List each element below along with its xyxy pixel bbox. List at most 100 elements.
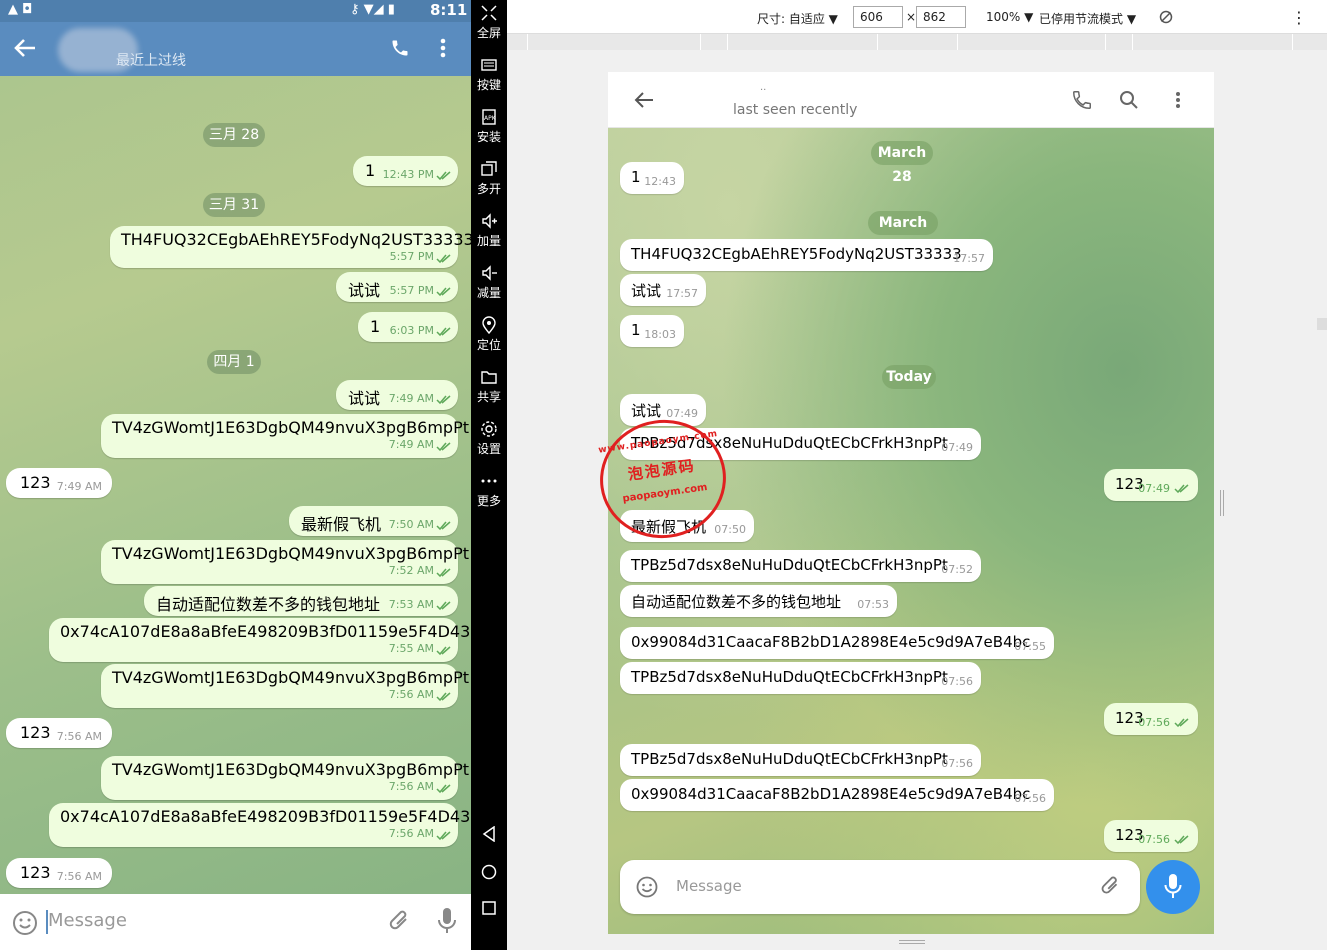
- message-input[interactable]: Message: [48, 910, 127, 931]
- sidebar-label: 全屏: [476, 26, 501, 40]
- double-check-icon: [436, 442, 451, 452]
- message-input-bar: Message: [0, 894, 471, 950]
- device-size-select[interactable]: 尺寸: 自适应 ▼: [757, 10, 838, 27]
- outgoing-message[interactable]: 最新假飞机 7:50 AM: [289, 506, 458, 536]
- emoji-icon[interactable]: [636, 876, 658, 898]
- keys-button[interactable]: 按键: [471, 56, 507, 93]
- attach-icon[interactable]: [388, 908, 412, 934]
- throttle-select[interactable]: 已停用节流模式 ▼: [1039, 10, 1136, 27]
- incoming-message[interactable]: 123 7:49 AM: [6, 468, 112, 498]
- incoming-message[interactable]: 自动适配位数差不多的钱包地址 07:53: [620, 585, 897, 617]
- back-arrow-icon[interactable]: [14, 38, 36, 58]
- status-time: 8:11: [430, 1, 468, 19]
- message-text: TH4FUQ32CEgbAEhREY5FodyNq2UST33333: [631, 245, 962, 263]
- message-time: 07:50: [714, 523, 746, 536]
- message-time: 5:57 PM: [389, 284, 434, 297]
- side-panel-toggle[interactable]: [1317, 318, 1327, 330]
- outgoing-message[interactable]: 1 12:43 PM: [353, 156, 458, 186]
- outgoing-message[interactable]: TV4zGWomtJ1E63DgbQM49nvuX3pgB6mpPt 7:56 A…: [101, 664, 469, 708]
- sidebar-label: 设置: [476, 442, 501, 456]
- resize-handle-bottom[interactable]: [899, 940, 925, 944]
- nav-recents-icon[interactable]: [481, 900, 497, 916]
- settings-button[interactable]: 设置: [471, 420, 507, 457]
- incoming-message[interactable]: 1 18:03: [620, 315, 684, 347]
- incoming-message[interactable]: TPBz5d7dsx8eNuHuDduQtECbCFrkH3npPt 07:56: [620, 744, 981, 776]
- message-text: 自动适配位数差不多的钱包地址: [631, 593, 842, 611]
- message-time: 17:57: [666, 287, 698, 300]
- message-time: 18:03: [644, 328, 676, 341]
- double-check-icon: [436, 287, 451, 297]
- install-button[interactable]: APK 安装: [471, 108, 507, 145]
- incoming-message[interactable]: TPBz5d7dsx8eNuHuDduQtECbCFrkH3npPt 07:52: [620, 550, 981, 582]
- more-menu-icon[interactable]: [1175, 91, 1181, 109]
- message-input[interactable]: Message: [676, 877, 742, 895]
- resize-handle-right[interactable]: [1220, 490, 1224, 516]
- outgoing-message[interactable]: 0x74cA107dE8a8aBfeE498209B3fD01159e5F4D4…: [49, 803, 471, 847]
- message-time: 07:49: [1138, 482, 1170, 495]
- outgoing-message[interactable]: TV4zGWomtJ1E63DgbQM49nvuX3pgB6mpPt 7:49 A…: [101, 414, 469, 458]
- width-input[interactable]: 606: [853, 6, 903, 28]
- keys-icon: [481, 59, 497, 71]
- microphone-icon[interactable]: [436, 906, 458, 936]
- times-sign: ×: [906, 10, 917, 24]
- volume-up-button[interactable]: 加量: [471, 212, 507, 249]
- zoom-select[interactable]: 100% ▼: [986, 10, 1033, 24]
- outgoing-message[interactable]: 自动适配位数差不多的钱包地址 7:53 AM: [144, 586, 458, 616]
- message-time: 07:52: [941, 563, 973, 576]
- incoming-message[interactable]: 123 7:56 AM: [6, 718, 112, 748]
- location-button[interactable]: 定位: [471, 316, 507, 353]
- phone-call-icon[interactable]: [390, 38, 410, 58]
- incoming-message[interactable]: TPBz5d7dsx8eNuHuDduQtECbCFrkH3npPt 07:56: [620, 662, 981, 694]
- message-text: 0x99084d31CaacaF8B2bD1A2898E4e5c9d9A7eB4…: [631, 633, 1031, 651]
- more-options-icon[interactable]: ⋮: [1291, 8, 1307, 27]
- message-text: TH4FUQ32CEgbAEhREY5FodyNq2UST33333: [121, 230, 471, 249]
- message-time: 07:53: [857, 598, 889, 611]
- more-menu-icon[interactable]: [440, 38, 446, 58]
- volume-down-button[interactable]: 减量: [471, 264, 507, 301]
- outgoing-message[interactable]: 123 07:49: [1104, 469, 1198, 501]
- phone-call-icon[interactable]: [1071, 89, 1093, 111]
- message-time: 07:56: [941, 757, 973, 770]
- share-button[interactable]: 共享: [471, 368, 507, 405]
- incoming-message[interactable]: 0x99084d31CaacaF8B2bD1A2898E4e5c9d9A7eB4…: [620, 627, 1054, 659]
- emoji-icon[interactable]: [12, 910, 38, 936]
- sidebar-label: 定位: [476, 338, 501, 352]
- outgoing-message[interactable]: TV4zGWomtJ1E63DgbQM49nvuX3pgB6mpPt 7:56 A…: [101, 756, 469, 800]
- height-input[interactable]: 862: [916, 6, 966, 28]
- voice-record-button[interactable]: [1146, 860, 1200, 914]
- fullscreen-button[interactable]: 全屏: [471, 4, 507, 41]
- incoming-message[interactable]: TH4FUQ32CEgbAEhREY5FodyNq2UST33333 17:57: [620, 239, 993, 271]
- incoming-message[interactable]: 试试 17:57: [620, 274, 706, 306]
- incoming-message[interactable]: 1 12:43: [620, 162, 684, 194]
- outgoing-message[interactable]: 123 07:56: [1104, 820, 1198, 852]
- outgoing-message[interactable]: 123 07:56: [1104, 703, 1198, 735]
- message-text: 最新假飞机: [301, 515, 382, 534]
- outgoing-message[interactable]: TH4FUQ32CEgbAEhREY5FodyNq2UST33333 5:57 P…: [110, 226, 471, 268]
- status-bar: ▲ ◘ ⚷ ▼◢ ▮ 8:11: [0, 0, 471, 22]
- attach-icon[interactable]: [1100, 874, 1122, 898]
- message-time: 7:49 AM: [388, 392, 434, 405]
- outgoing-message[interactable]: TV4zGWomtJ1E63DgbQM49nvuX3pgB6mpPt 7:52 A…: [101, 540, 469, 584]
- outgoing-message[interactable]: 1 6:03 PM: [358, 312, 458, 342]
- outgoing-message[interactable]: 试试 7:49 AM: [336, 380, 458, 410]
- more-icon: [481, 479, 497, 483]
- more-button[interactable]: 更多: [471, 472, 507, 509]
- outgoing-message[interactable]: 试试 5:57 PM: [336, 272, 458, 302]
- incoming-message[interactable]: 123 7:56 AM: [6, 858, 112, 888]
- message-time: 7:52 AM: [388, 564, 434, 577]
- nav-back-icon[interactable]: [481, 826, 497, 842]
- message-text: 1: [370, 317, 381, 336]
- back-arrow-icon[interactable]: [634, 91, 654, 109]
- multi-open-button[interactable]: 多开: [471, 160, 507, 197]
- sidebar-label: 加量: [476, 234, 501, 248]
- message-text: 试试: [348, 389, 381, 408]
- incoming-message[interactable]: 0x99084d31CaacaF8B2bD1A2898E4e5c9d9A7eB4…: [620, 779, 1054, 811]
- date-chip: 三月 28: [203, 123, 265, 147]
- nav-home-icon[interactable]: [481, 864, 497, 880]
- install-icon: APK: [482, 109, 497, 125]
- rotate-icon[interactable]: [1159, 10, 1173, 24]
- message-text: 试试: [631, 282, 662, 300]
- outgoing-message[interactable]: 0x74cA107dE8a8aBfeE498209B3fD01159e5F4D4…: [49, 618, 471, 662]
- search-icon[interactable]: [1119, 90, 1139, 110]
- message-time: 7:56 AM: [388, 827, 434, 840]
